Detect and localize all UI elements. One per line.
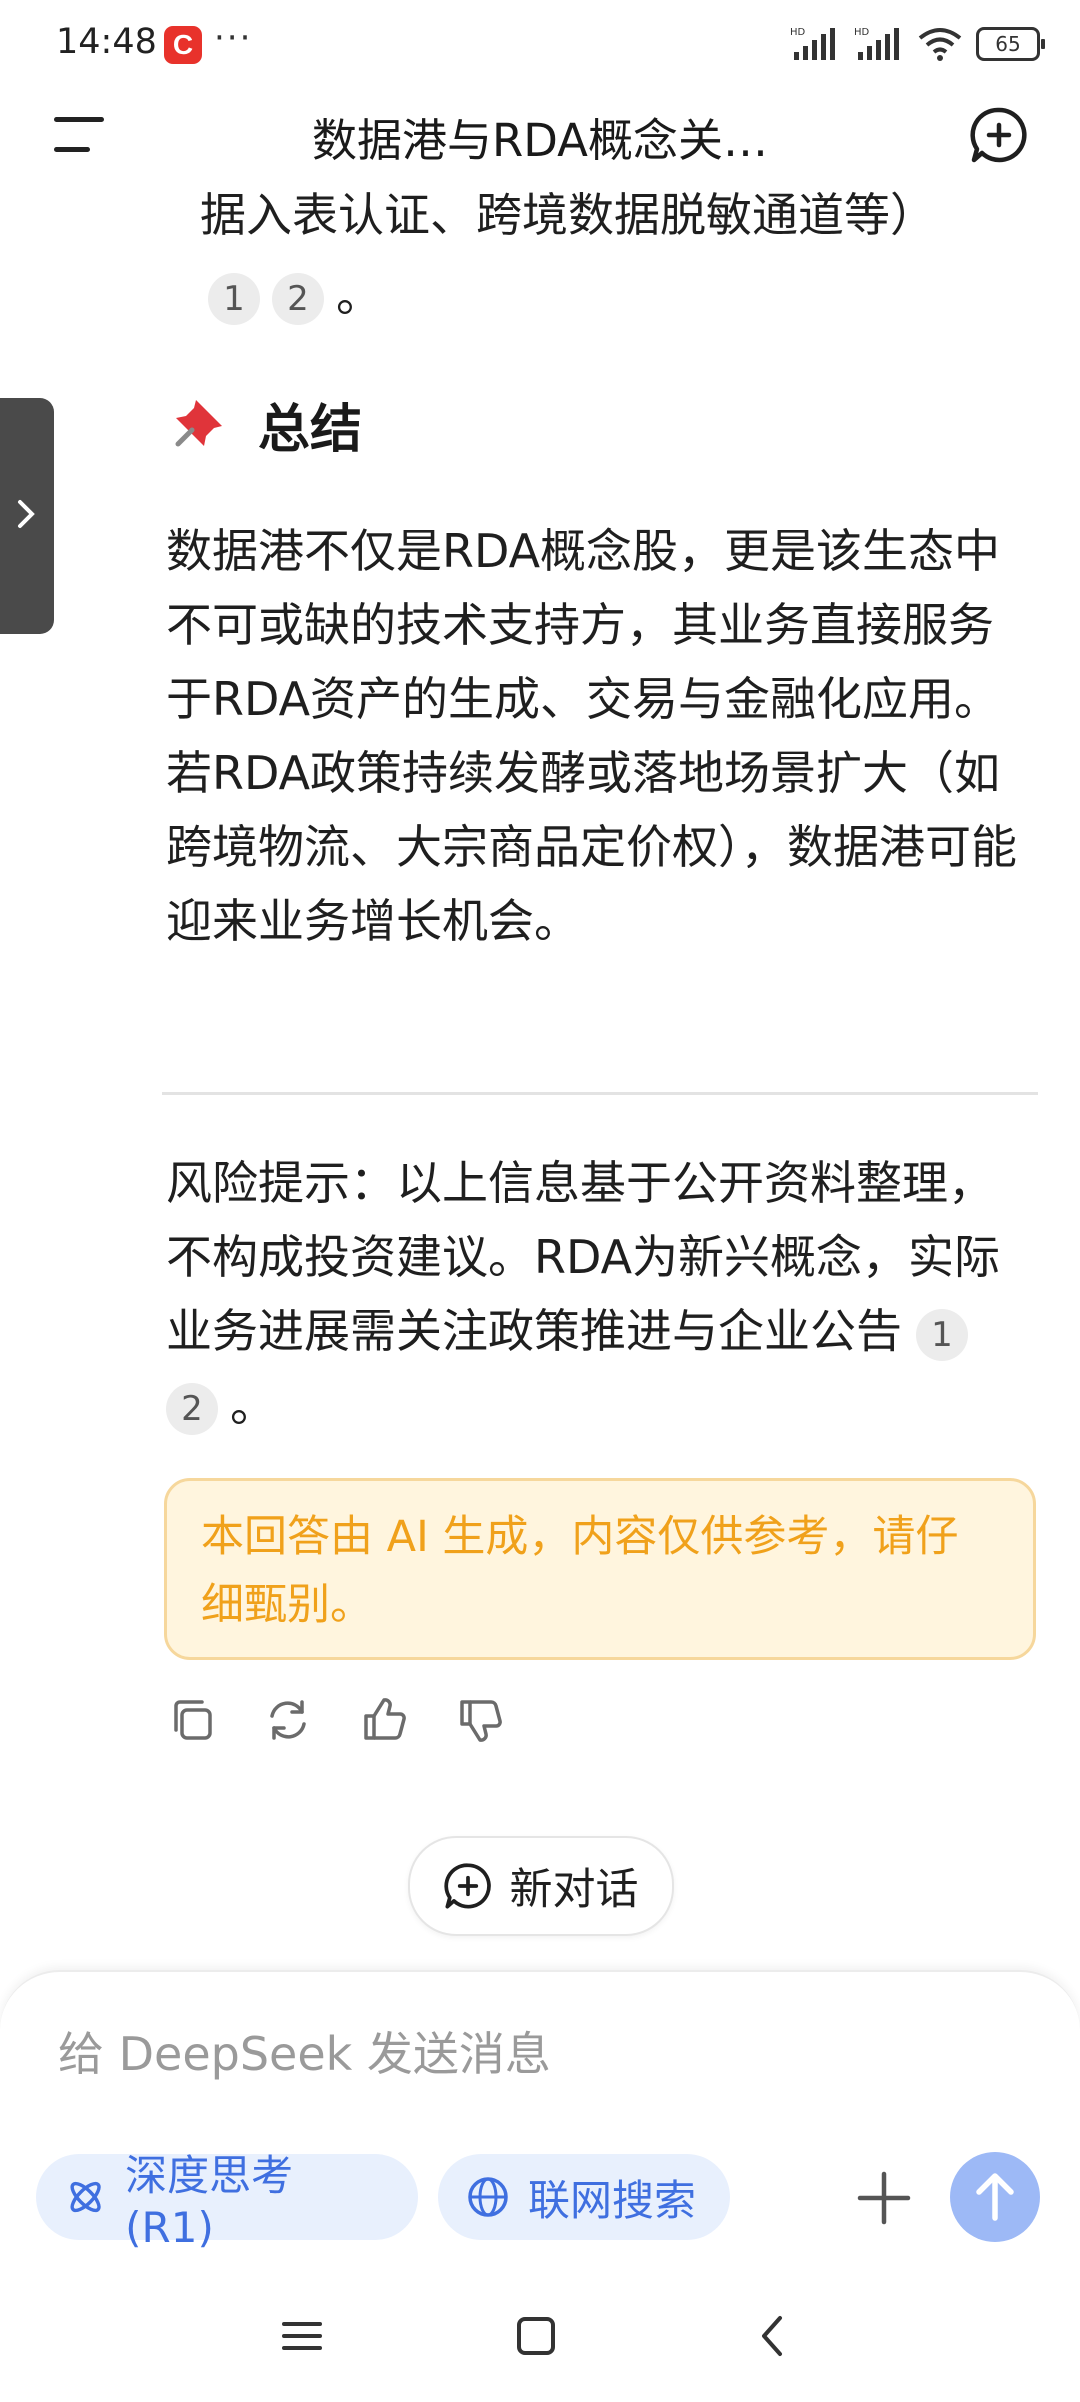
menu-icon-line-1	[54, 117, 104, 122]
risk-sentence-end: 。	[230, 1378, 276, 1432]
status-time: 14:48	[56, 22, 157, 62]
regenerate-icon[interactable]	[262, 1694, 314, 1746]
summary-heading-text: 总结	[258, 399, 363, 460]
status-indicators: HD HD 65	[790, 24, 1045, 64]
web-search-label: 联网搜索	[528, 2175, 697, 2225]
menu-button[interactable]	[54, 115, 104, 155]
continued-paragraph: 据入表认证、跨境数据脱敏通道等） 1 2。	[200, 178, 1040, 332]
new-chat-button[interactable]: 新对话	[408, 1836, 674, 1936]
app-badge-icon: C	[164, 26, 202, 64]
signal-icon: HD	[790, 27, 835, 60]
risk-text: 风险提示：以上信息基于公开资料整理，不构成投资建议。RDA为新兴概念，实际业务进…	[166, 1156, 1001, 1358]
summary-paragraph: 数据港不仅是RDA概念股，更是该生态中不可或缺的技术支持方，其业务直接服务于RD…	[166, 524, 1017, 948]
message-input[interactable]: 给 DeepSeek 发送消息	[58, 2018, 551, 2084]
sidebar-expand-handle[interactable]	[0, 398, 54, 634]
battery-indicator: 65	[976, 27, 1045, 61]
risk-citation-1[interactable]: 1	[916, 1308, 968, 1361]
new-chat-icon	[443, 1863, 491, 1909]
continued-line: 据入表认证、跨境数据脱敏通道等）	[200, 188, 936, 242]
message-actions	[166, 1694, 506, 1746]
home-icon[interactable]	[514, 2308, 558, 2364]
globe-icon	[468, 2177, 508, 2217]
deep-think-toggle[interactable]: 深度思考 (R1)	[36, 2151, 418, 2252]
pushpin-icon	[175, 400, 222, 447]
back-icon[interactable]	[752, 2308, 792, 2364]
thumbs-down-icon[interactable]	[454, 1694, 506, 1746]
risk-paragraph: 风险提示：以上信息基于公开资料整理，不构成投资建议。RDA为新兴概念，实际业务进…	[166, 1146, 1018, 1442]
signal-label: HD	[790, 27, 806, 38]
copy-icon[interactable]	[166, 1694, 218, 1746]
send-button[interactable]	[950, 2152, 1040, 2242]
ai-disclaimer-notice: 本回答由 AI 生成，内容仅供参考，请仔细甄别。	[164, 1478, 1036, 1660]
citation-badge-2[interactable]: 2	[272, 272, 324, 325]
recent-apps-icon[interactable]	[280, 2308, 324, 2364]
conversation-title[interactable]: 数据港与RDA概念关…	[160, 104, 920, 169]
citation-badge-1[interactable]: 1	[208, 272, 260, 325]
deep-think-label: 深度思考 (R1)	[125, 2151, 294, 2252]
divider	[162, 1092, 1038, 1095]
summary-heading: 总结	[166, 384, 362, 464]
more-notifications-icon: ···	[214, 18, 253, 58]
signal-label-2: HD	[854, 27, 870, 38]
wifi-icon	[918, 28, 962, 61]
atom-icon	[70, 2181, 101, 2213]
menu-icon-line-2	[54, 147, 90, 152]
new-chat-label: 新对话	[509, 1865, 639, 1915]
chevron-right-icon	[18, 500, 35, 528]
thumbs-up-icon[interactable]	[358, 1694, 410, 1746]
add-attachment-icon[interactable]	[856, 2170, 912, 2226]
new-chat-plus-icon[interactable]	[970, 106, 1028, 164]
arrow-up-icon	[976, 2173, 1014, 2221]
risk-citation-2[interactable]: 2	[166, 1382, 218, 1435]
signal-icon-2: HD	[854, 27, 899, 60]
web-search-toggle[interactable]: 联网搜索	[438, 2154, 730, 2240]
sentence-end: 。	[336, 268, 382, 322]
